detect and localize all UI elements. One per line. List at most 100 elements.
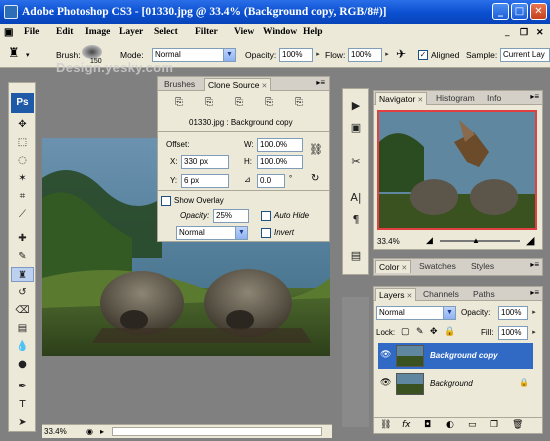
- height-scale-input[interactable]: 100.0%: [257, 155, 303, 169]
- path-selection-tool-icon[interactable]: ➤: [11, 415, 34, 430]
- zoom-slider-thumb[interactable]: ▲: [472, 236, 480, 245]
- lock-all-icon[interactable]: 🔒: [444, 326, 455, 337]
- sample-select[interactable]: Current Lay: [500, 48, 550, 62]
- lock-position-icon[interactable]: ✥: [430, 326, 438, 337]
- tab-styles[interactable]: Styles: [468, 260, 497, 273]
- horizontal-scrollbar[interactable]: [112, 427, 322, 436]
- close-icon[interactable]: ✕: [407, 293, 413, 300]
- layer-comps-icon[interactable]: ▤: [346, 247, 366, 265]
- layer-row[interactable]: 👁 Background 🔒: [378, 371, 533, 397]
- menu-image[interactable]: Image: [85, 27, 110, 37]
- pen-tool-icon[interactable]: ✒: [11, 379, 34, 394]
- visibility-eye-icon[interactable]: 👁: [380, 378, 391, 388]
- zoom-out-icon[interactable]: ◢: [426, 235, 433, 246]
- link-icon[interactable]: ⛓: [309, 143, 323, 156]
- flow-input[interactable]: 100%: [348, 48, 382, 62]
- ps-menu-icon[interactable]: ▣: [4, 27, 13, 38]
- close-icon[interactable]: ✕: [417, 97, 423, 104]
- brush-preview-icon[interactable]: [82, 45, 102, 59]
- zoom-slider-track[interactable]: [440, 240, 520, 242]
- offset-y-input[interactable]: 6 px: [181, 174, 229, 188]
- menu-help[interactable]: Help: [303, 27, 323, 37]
- opacity-input[interactable]: 100%: [279, 48, 313, 62]
- menu-file[interactable]: File: [24, 27, 39, 37]
- clone-source-2-icon[interactable]: ⎘: [205, 97, 213, 108]
- aligned-checkbox[interactable]: ✓: [418, 50, 428, 60]
- overlay-blend-select[interactable]: Normal ▼: [176, 226, 248, 240]
- slice-tool-icon[interactable]: ⟋: [11, 207, 34, 222]
- overlay-opacity-input[interactable]: 25%: [213, 209, 249, 223]
- dodge-tool-icon[interactable]: ●: [11, 357, 34, 372]
- history-brush-tool-icon[interactable]: ↺: [11, 285, 34, 300]
- eraser-tool-icon[interactable]: ⌫: [11, 303, 34, 318]
- menu-filter[interactable]: Filter: [195, 27, 218, 37]
- doc-restore-icon[interactable]: ❐: [520, 27, 528, 38]
- width-scale-input[interactable]: 100.0%: [257, 138, 303, 152]
- doc-minimize-icon[interactable]: _: [505, 27, 510, 37]
- navigator-preview[interactable]: [377, 110, 537, 230]
- tab-layers[interactable]: Layers ✕: [375, 288, 417, 301]
- menu-view[interactable]: View: [234, 27, 254, 37]
- fill-input[interactable]: 100%: [498, 326, 528, 340]
- zoom-in-icon[interactable]: ◢: [526, 234, 534, 247]
- minimize-button[interactable]: _: [492, 3, 509, 20]
- panel-menu-icon[interactable]: ▸≡: [530, 92, 539, 101]
- lasso-tool-icon[interactable]: ◌: [11, 153, 34, 168]
- clone-source-3-icon[interactable]: ⎘: [235, 97, 243, 108]
- maximize-button[interactable]: □: [511, 3, 528, 20]
- marquee-tool-icon[interactable]: ⬚: [11, 135, 34, 150]
- play-actions-icon[interactable]: ▶: [346, 97, 366, 115]
- menu-layer[interactable]: Layer: [119, 27, 143, 37]
- clone-source-4-icon[interactable]: ⎘: [265, 97, 273, 108]
- move-tool-icon[interactable]: ✥: [11, 117, 34, 132]
- tab-navigator[interactable]: Navigator ✕: [375, 92, 428, 105]
- panel-menu-icon[interactable]: ▸≡: [316, 78, 325, 87]
- layer-opacity-arrow-icon[interactable]: ▸: [529, 306, 539, 320]
- layer-style-icon[interactable]: fx: [402, 420, 411, 430]
- new-group-icon[interactable]: ▭: [468, 420, 477, 430]
- link-layers-icon[interactable]: ⛓: [380, 420, 391, 430]
- visibility-eye-icon[interactable]: 👁: [380, 350, 391, 360]
- status-info-icon[interactable]: ◉: [86, 425, 93, 438]
- clone-stamp-tool-icon[interactable]: ♜: [8, 46, 20, 61]
- airbrush-icon[interactable]: ✈: [396, 47, 406, 61]
- lock-pixels-icon[interactable]: ✎: [416, 326, 424, 337]
- tool-presets-icon[interactable]: ✂: [346, 153, 366, 171]
- brush-tool-icon[interactable]: ✎: [11, 249, 34, 264]
- tab-info[interactable]: Info: [484, 92, 504, 105]
- layer-mask-icon[interactable]: ◘: [424, 420, 431, 430]
- clone-stamp-tool-icon-selected[interactable]: ♜: [11, 267, 34, 282]
- clone-source-1-icon[interactable]: ⎘: [175, 97, 183, 108]
- clone-source-5-icon[interactable]: ⎘: [295, 97, 303, 108]
- flow-arrow-icon[interactable]: ▸: [382, 48, 392, 62]
- lock-transparency-icon[interactable]: ▢: [401, 326, 410, 337]
- menu-window[interactable]: Window: [263, 27, 297, 37]
- menu-select[interactable]: Select: [154, 27, 178, 37]
- adjustment-layer-icon[interactable]: ◐: [446, 420, 454, 430]
- invert-checkbox[interactable]: [261, 228, 271, 238]
- fill-arrow-icon[interactable]: ▸: [529, 326, 539, 340]
- tool-preset-arrow-icon[interactable]: ▾: [26, 51, 30, 59]
- gradient-tool-icon[interactable]: ▤: [11, 321, 34, 336]
- tab-paths[interactable]: Paths: [470, 288, 498, 301]
- doc-close-icon[interactable]: ✕: [536, 27, 544, 38]
- ps-logo[interactable]: Ps: [11, 93, 34, 113]
- magic-wand-tool-icon[interactable]: ✶: [11, 171, 34, 186]
- menu-edit[interactable]: Edit: [56, 27, 73, 37]
- opacity-arrow-icon[interactable]: ▸: [313, 48, 323, 62]
- close-icon[interactable]: ✕: [401, 265, 407, 272]
- crop-tool-icon[interactable]: ⌗: [11, 189, 34, 204]
- healing-brush-tool-icon[interactable]: ✚: [11, 231, 34, 246]
- tab-channels[interactable]: Channels: [420, 288, 462, 301]
- status-menu-arrow-icon[interactable]: ▸: [100, 425, 104, 438]
- tab-swatches[interactable]: Swatches: [416, 260, 459, 273]
- history-icon[interactable]: ▣: [346, 119, 366, 137]
- type-tool-icon[interactable]: T: [11, 397, 34, 412]
- paragraph-icon[interactable]: ¶: [346, 211, 366, 229]
- layer-row[interactable]: 👁 Background copy: [378, 343, 533, 369]
- offset-x-input[interactable]: 330 px: [181, 155, 229, 169]
- close-icon[interactable]: ✕: [262, 83, 268, 90]
- reset-transform-icon[interactable]: ↻: [311, 173, 319, 184]
- panel-menu-icon[interactable]: ▸≡: [530, 260, 539, 269]
- delete-layer-icon[interactable]: 🗑: [512, 420, 523, 430]
